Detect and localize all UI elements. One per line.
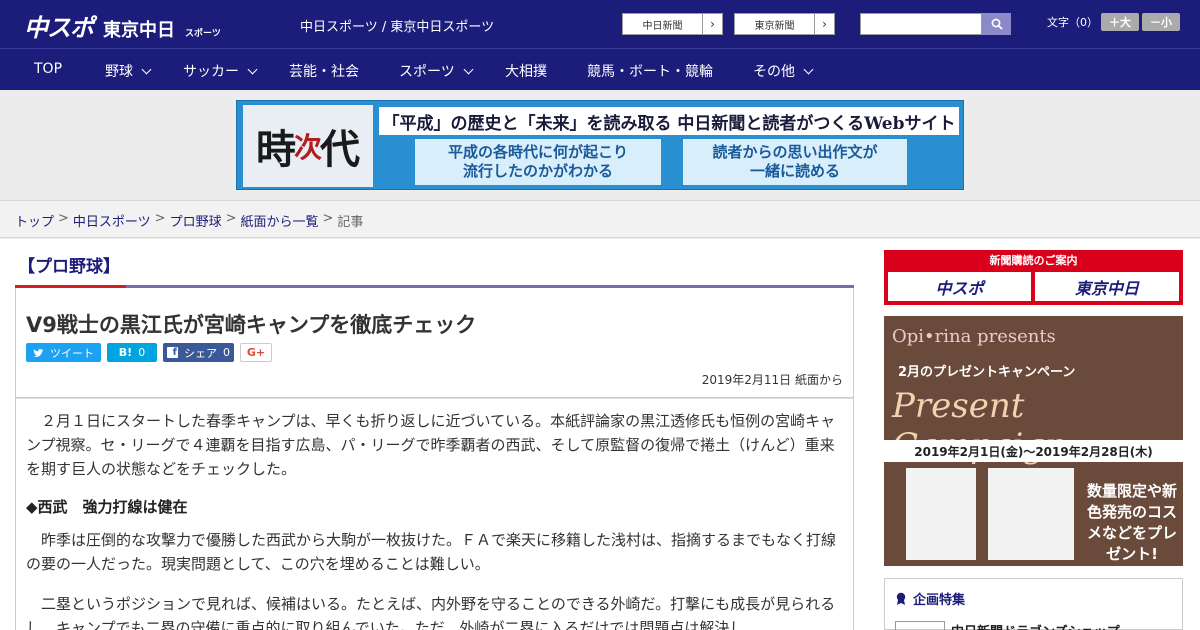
subscription-banner[interactable]: 新聞購読のご案内 中スポ 東京中日 — [884, 250, 1183, 305]
facebook-label: シェア — [184, 346, 217, 360]
jidai-logo-char: 代 — [320, 126, 360, 173]
chevron-down-icon — [803, 64, 814, 74]
ext-link-label: 東京新聞 — [754, 20, 795, 32]
main-nav: TOP 野球 サッカー 芸能・社会 スポーツ 大相撲 競馬・ボート・競輪 その他 — [0, 48, 1200, 90]
chunichi-shimbun-link[interactable]: 中日新聞 › — [622, 13, 723, 35]
chevron-right-icon: › — [702, 14, 722, 34]
nav-item-racing[interactable]: 競馬・ボート・競輪 — [587, 61, 713, 81]
nav-item-label: TOP — [34, 61, 63, 77]
ad-period: 2019年2月1日(金)～2019年2月28日(木) — [884, 440, 1183, 462]
nav-item-label: 競馬・ボート・競輪 — [587, 64, 713, 80]
ad-campaign: 2月のプレゼントキャンペーン — [898, 365, 1076, 380]
search-button[interactable] — [982, 13, 1011, 35]
banner-headline: 「平成」の歴史と「未来」を読み取る 中日新聞と読者がつくるWebサイト — [379, 107, 959, 135]
nav-item-label: 大相撲 — [505, 64, 547, 80]
google-plus-icon: G+ — [246, 346, 266, 359]
logo-chuspo: 中スポ — [24, 14, 94, 42]
ribbon-icon — [896, 592, 906, 605]
jidai-logo-char: 時 — [255, 126, 296, 173]
breadcrumb: トップ > 中日スポーツ > プロ野球 > 紙面から一覧 > 記事 — [15, 211, 363, 230]
font-bigger-button[interactable]: ＋大 — [1101, 13, 1139, 31]
breadcrumb-chunichi-sports[interactable]: 中日スポーツ — [73, 211, 151, 230]
banner-text-line: 読者からの思い出作文が — [712, 142, 878, 161]
nav-item-label: 野球 — [105, 64, 133, 80]
breadcrumb-separator: > — [58, 211, 69, 226]
breadcrumb-current: 記事 — [337, 215, 364, 230]
breadcrumb-pro-baseball[interactable]: プロ野球 — [170, 211, 222, 230]
nav-item-label: その他 — [753, 64, 795, 80]
facebook-count: 0 — [223, 346, 230, 359]
site-logo[interactable]: 中スポ 東京中日 スポーツ — [24, 8, 221, 42]
facebook-share-button[interactable]: f シェア 0 — [163, 343, 234, 362]
ext-link-label: 中日新聞 — [642, 20, 683, 32]
article-category: 【プロ野球】 — [18, 257, 120, 277]
ad-promo: 数量限定や新色発売のコスメなどをプレゼント! — [1086, 482, 1177, 563]
chevron-down-icon — [463, 64, 474, 74]
article-date: 2019年2月11日 紙面から — [701, 373, 843, 387]
twitter-icon — [33, 348, 44, 357]
breadcrumb-separator: > — [322, 211, 334, 226]
chevron-right-icon: › — [814, 14, 834, 34]
search-input[interactable] — [860, 13, 982, 35]
nav-item-baseball[interactable]: 野球 — [105, 61, 152, 81]
breadcrumb-separator: > — [154, 211, 166, 226]
feature-thumbnail[interactable] — [895, 621, 945, 630]
hatena-bookmark-button[interactable]: B! 0 — [107, 343, 157, 362]
tokyo-shimbun-link[interactable]: 東京新聞 › — [734, 13, 835, 35]
logo-tokyo-chunichi: 東京中日 — [103, 20, 175, 41]
banner-right-text: 読者からの思い出作文が 一緒に読める — [683, 139, 907, 185]
subscribe-tokyo-chunichi[interactable]: 東京中日 — [1035, 272, 1179, 301]
jidai-logo: 時次代 — [243, 105, 373, 187]
article-paragraph: 昨季は圧倒的な攻撃力で優勝した西武から大駒が一枚抜けた。ＦＡで楽天に移籍した浅村… — [26, 531, 837, 573]
banner-text-line: 一緒に読める — [749, 162, 840, 180]
logo-sports: スポーツ — [185, 29, 221, 39]
facebook-icon: f — [167, 347, 178, 358]
feature-item[interactable]: 中日新聞ドラゴンズショップ — [951, 621, 1120, 630]
hatena-icon: B! — [118, 346, 133, 359]
breadcrumb-bar: トップ > 中日スポーツ > プロ野球 > 紙面から一覧 > 記事 — [0, 200, 1200, 238]
jidai-logo-char: 次 — [293, 131, 322, 164]
feature-header-label: 企画特集 — [913, 593, 966, 608]
font-smaller-button[interactable]: －小 — [1142, 13, 1180, 31]
breadcrumb-print-list[interactable]: 紙面から一覧 — [241, 211, 319, 230]
tweet-label: ツイート — [50, 346, 94, 360]
feature-header: 企画特集 — [895, 589, 965, 608]
jidai-banner[interactable]: 時次代 「平成」の歴史と「未来」を読み取る 中日新聞と読者がつくるWebサイト … — [236, 100, 964, 190]
breadcrumb-separator: > — [225, 211, 237, 226]
search-icon — [991, 18, 1003, 30]
chevron-down-icon — [141, 64, 152, 74]
ad-brand: Opi•rina presents — [892, 326, 1056, 347]
font-size-label: 文字（0） — [1047, 16, 1098, 29]
article-title: V9戦士の黒江氏が宮崎キャンプを徹底チェック — [26, 313, 477, 337]
nav-item-entertainment[interactable]: 芸能・社会 — [289, 61, 359, 81]
article-paragraph: 二塁というポジションで見れば、候補はいる。たとえば、内外野を守ることのできる外崎… — [26, 595, 836, 630]
nav-item-sports[interactable]: スポーツ — [399, 61, 474, 81]
article-paragraph: ２月１日にスタートした春季キャンプは、早くも折り返しに近づいている。本紙評論家の… — [26, 412, 836, 478]
chevron-down-icon — [247, 64, 258, 74]
breadcrumb-top[interactable]: トップ — [15, 211, 54, 230]
nav-item-soccer[interactable]: サッカー — [183, 61, 258, 81]
site-name: 中日スポーツ / 東京中日スポーツ — [300, 20, 495, 35]
article-subheading: ◆西武 強力打線は健在 — [26, 498, 188, 516]
banner-left-text: 平成の各時代に何が起こり 流行したのかがわかる — [415, 139, 661, 185]
ad-product-image — [906, 468, 976, 560]
sidebar-ad[interactable]: Opi•rina presents 2月のプレゼントキャンペーン Present… — [884, 316, 1183, 566]
nav-item-label: スポーツ — [399, 64, 455, 80]
hatena-count: 0 — [138, 346, 146, 359]
nav-item-top[interactable]: TOP — [34, 61, 62, 77]
site-header: 中スポ 東京中日 スポーツ 中日スポーツ / 東京中日スポーツ 中日新聞 › 東… — [0, 0, 1200, 48]
banner-text-line: 流行したのかがわかる — [462, 162, 613, 180]
nav-item-sumo[interactable]: 大相撲 — [505, 61, 547, 81]
ad-product-image — [988, 468, 1074, 560]
google-plus-button[interactable]: G+ — [240, 343, 272, 362]
subscribe-chuspo[interactable]: 中スポ — [888, 272, 1031, 301]
nav-item-label: 芸能・社会 — [289, 64, 359, 80]
tweet-button[interactable]: ツイート — [26, 343, 101, 362]
feature-box: 企画特集 中日新聞ドラゴンズショップ — [884, 578, 1183, 630]
banner-text-line: 平成の各時代に何が起こり — [447, 142, 628, 161]
nav-item-other[interactable]: その他 — [753, 61, 814, 81]
subscription-header: 新聞購読のご案内 — [989, 254, 1078, 267]
nav-item-label: サッカー — [183, 64, 239, 80]
